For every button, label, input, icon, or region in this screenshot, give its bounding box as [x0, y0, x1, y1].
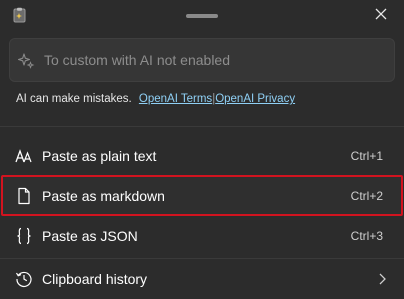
history-icon — [15, 270, 33, 288]
menu-item-paste-plain-text[interactable]: Paste as plain text Ctrl+1 — [0, 136, 404, 176]
menu-item-shortcut: Ctrl+3 — [350, 229, 383, 243]
font-size-icon — [15, 147, 33, 165]
menu-item-label: Clipboard history — [42, 271, 148, 287]
menu-item-label: Paste as JSON — [42, 228, 138, 244]
chevron-right-icon — [377, 272, 387, 286]
ai-disclaimer: AI can make mistakes. OpenAI Terms|OpenA… — [16, 93, 295, 109]
document-icon — [15, 187, 33, 205]
title-bar — [0, 0, 404, 32]
openai-privacy-link[interactable]: OpenAI Privacy — [215, 93, 295, 105]
close-button[interactable] — [369, 5, 393, 27]
braces-icon — [15, 227, 33, 245]
sparkle-icon — [17, 52, 35, 70]
divider — [0, 126, 404, 127]
advanced-paste-window: AI can make mistakes. OpenAI Terms|OpenA… — [0, 0, 404, 299]
close-icon — [375, 7, 387, 25]
ai-prompt-input[interactable] — [44, 39, 384, 81]
menu-item-paste-json[interactable]: Paste as JSON Ctrl+3 — [0, 216, 404, 256]
menu-item-label: Paste as markdown — [42, 188, 165, 204]
openai-terms-link[interactable]: OpenAI Terms — [139, 93, 212, 105]
menu-item-shortcut: Ctrl+1 — [350, 149, 383, 163]
menu-item-clipboard-history[interactable]: Clipboard history — [0, 259, 404, 299]
ai-prompt-field[interactable] — [9, 38, 395, 82]
drag-handle[interactable] — [186, 14, 218, 18]
menu-item-paste-markdown[interactable]: Paste as markdown Ctrl+2 — [0, 176, 404, 216]
disclaimer-text: AI can make mistakes. — [16, 93, 132, 105]
clipboard-sparkle-icon — [12, 7, 28, 23]
menu-item-label: Paste as plain text — [42, 148, 157, 164]
menu-item-shortcut: Ctrl+2 — [350, 189, 383, 203]
